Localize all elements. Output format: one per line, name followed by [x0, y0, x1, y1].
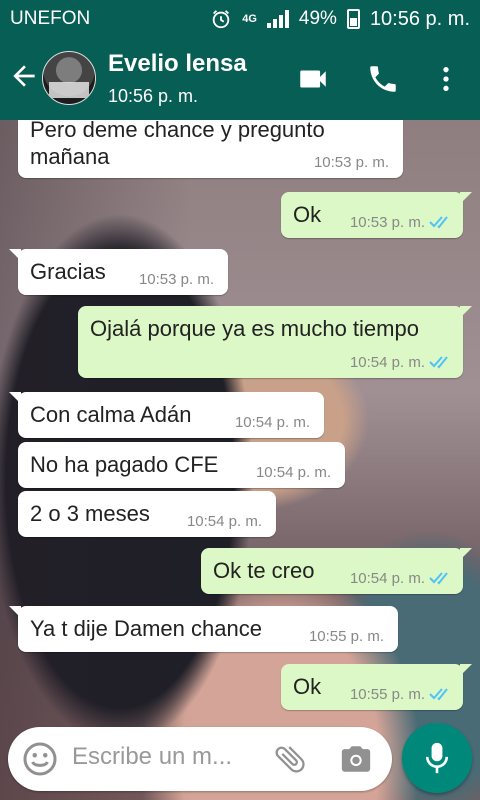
phone-call-icon[interactable]: [366, 62, 400, 96]
message-text: Gracias: [30, 259, 106, 284]
message-time: 10:54 p. m.: [234, 414, 310, 431]
camera-icon[interactable]: [338, 742, 374, 776]
message-text: Ok te creo: [213, 558, 315, 583]
network-type: 4G: [242, 13, 257, 25]
message-time: 10:53 p. m.: [138, 271, 214, 288]
contact-avatar[interactable]: [42, 51, 96, 105]
voice-message-button[interactable]: [402, 723, 472, 793]
signal-icon: [266, 10, 289, 28]
read-ticks-icon: [429, 356, 448, 369]
message-time: 10:53 p. m.: [349, 214, 425, 231]
message-outgoing[interactable]: Ok te creo 10:54 p. m.: [201, 548, 472, 594]
message-text: Pero deme chance y pregunto mañana: [30, 117, 325, 169]
message-time: 10:54 p. m.: [186, 513, 262, 530]
back-arrow-icon[interactable]: [8, 60, 40, 92]
message-text: Ok: [293, 202, 322, 227]
message-text: Ok: [293, 674, 322, 699]
last-seen: 10:56 p. m.: [108, 86, 199, 106]
message-text: No ha pagado CFE: [30, 452, 219, 477]
message-text: 2 o 3 meses: [30, 501, 150, 526]
message-incoming[interactable]: Con calma Adán 10:54 p. m.: [9, 392, 324, 438]
message-incoming[interactable]: Gracias 10:53 p. m.: [9, 249, 228, 295]
more-options-icon[interactable]: [430, 62, 462, 96]
message-incoming[interactable]: No ha pagado CFE 10:54 p. m.: [18, 442, 345, 488]
message-text: Con calma Adán: [30, 402, 192, 427]
message-time: 10:54 p. m.: [255, 464, 331, 481]
carrier-name: UNEFON: [10, 8, 91, 29]
contact-name[interactable]: Evelio lensa: [108, 50, 247, 78]
read-ticks-icon: [429, 572, 448, 585]
attachment-icon[interactable]: [272, 741, 308, 777]
battery-icon: [346, 9, 360, 29]
read-ticks-icon: [429, 216, 448, 229]
message-composer: Escribe un m...: [8, 727, 392, 791]
message-time: 10:55 p. m.: [308, 628, 384, 645]
clock: 10:56 p. m.: [369, 7, 470, 30]
video-call-icon[interactable]: [296, 62, 330, 96]
message-incoming[interactable]: Pero deme chance y pregunto mañana 10:53…: [18, 112, 403, 178]
chat-header: Evelio lensa 10:56 p. m.: [0, 38, 480, 120]
microphone-icon: [425, 742, 449, 774]
message-outgoing[interactable]: Ojalá porque ya es mucho tiempo 10:54 p.…: [78, 306, 472, 378]
read-ticks-icon: [429, 688, 448, 701]
message-outgoing[interactable]: Ok 10:53 p. m.: [281, 192, 472, 238]
message-incoming[interactable]: Ya t dije Damen chance 10:55 p. m.: [9, 606, 398, 652]
battery-percent: 49%: [298, 8, 337, 29]
message-time: 10:55 p. m.: [349, 686, 425, 703]
message-text: Ojalá porque ya es mucho tiempo: [90, 316, 419, 341]
message-time: 10:54 p. m.: [349, 570, 425, 587]
message-input[interactable]: Escribe un m...: [72, 743, 232, 771]
message-incoming[interactable]: 2 o 3 meses 10:54 p. m.: [18, 491, 276, 537]
emoji-icon[interactable]: [22, 741, 58, 777]
message-time: 10:53 p. m.: [313, 154, 389, 171]
alarm-icon: [212, 10, 230, 29]
message-time: 10:54 p. m.: [349, 354, 425, 371]
status-bar: UNEFON 4G 49% 10:56 p. m.: [0, 0, 480, 38]
message-outgoing[interactable]: Ok 10:55 p. m.: [281, 664, 472, 710]
message-text: Ya t dije Damen chance: [30, 616, 262, 641]
